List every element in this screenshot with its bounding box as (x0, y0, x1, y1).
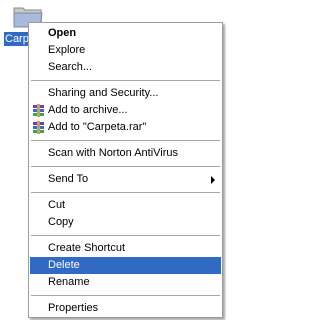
menu-item-copy[interactable]: Copy (30, 214, 221, 231)
menu-item-properties[interactable]: Properties (30, 300, 221, 317)
menu-item-sharing-security[interactable]: Sharing and Security... (30, 85, 221, 102)
desktop: Carpe Open Explore Search... Sharing and… (0, 0, 247, 320)
menu-item-label: Cut (48, 199, 66, 211)
menu-item-cut[interactable]: Cut (30, 197, 221, 214)
menu-item-label: Add to "Carpeta.rar" (48, 121, 147, 133)
menu-item-scan-norton[interactable]: Scan with Norton AntiVirus (30, 145, 221, 162)
menu-separator (31, 192, 220, 193)
submenu-arrow-icon (211, 176, 215, 184)
menu-separator (31, 140, 220, 141)
menu-item-label: Create Shortcut (48, 242, 126, 254)
winrar-archive-icon (32, 104, 45, 117)
menu-item-create-shortcut[interactable]: Create Shortcut (30, 240, 221, 257)
menu-separator (31, 295, 220, 296)
winrar-archive-icon (32, 121, 45, 134)
menu-item-label: Rename (48, 276, 90, 288)
menu-item-rename[interactable]: Rename (30, 274, 221, 291)
folder-label[interactable]: Carpe (4, 32, 30, 46)
menu-item-label: Sharing and Security... (48, 87, 159, 99)
menu-item-label: Properties (48, 302, 99, 314)
menu-item-label: Scan with Norton AntiVirus (48, 147, 179, 159)
menu-item-label: Copy (48, 216, 74, 228)
menu-item-delete[interactable]: Delete (30, 257, 221, 274)
menu-item-add-to-carpeta-rar[interactable]: Add to "Carpeta.rar" (30, 119, 221, 136)
menu-item-search[interactable]: Search... (30, 59, 221, 76)
menu-item-label: Open (48, 27, 77, 39)
menu-item-add-to-archive[interactable]: Add to archive... (30, 102, 221, 119)
menu-item-label: Search... (48, 61, 93, 73)
menu-item-explore[interactable]: Explore (30, 42, 221, 59)
menu-item-label: Delete (48, 259, 80, 271)
context-menu: Open Explore Search... Sharing and Secur… (28, 22, 223, 318)
menu-separator (31, 235, 220, 236)
menu-separator (31, 166, 220, 167)
menu-item-label: Explore (48, 44, 86, 56)
menu-item-open[interactable]: Open (30, 25, 221, 42)
menu-item-send-to[interactable]: Send To (30, 171, 221, 188)
menu-item-label: Send To (48, 173, 89, 185)
menu-item-label: Add to archive... (48, 104, 128, 116)
menu-separator (31, 80, 220, 81)
